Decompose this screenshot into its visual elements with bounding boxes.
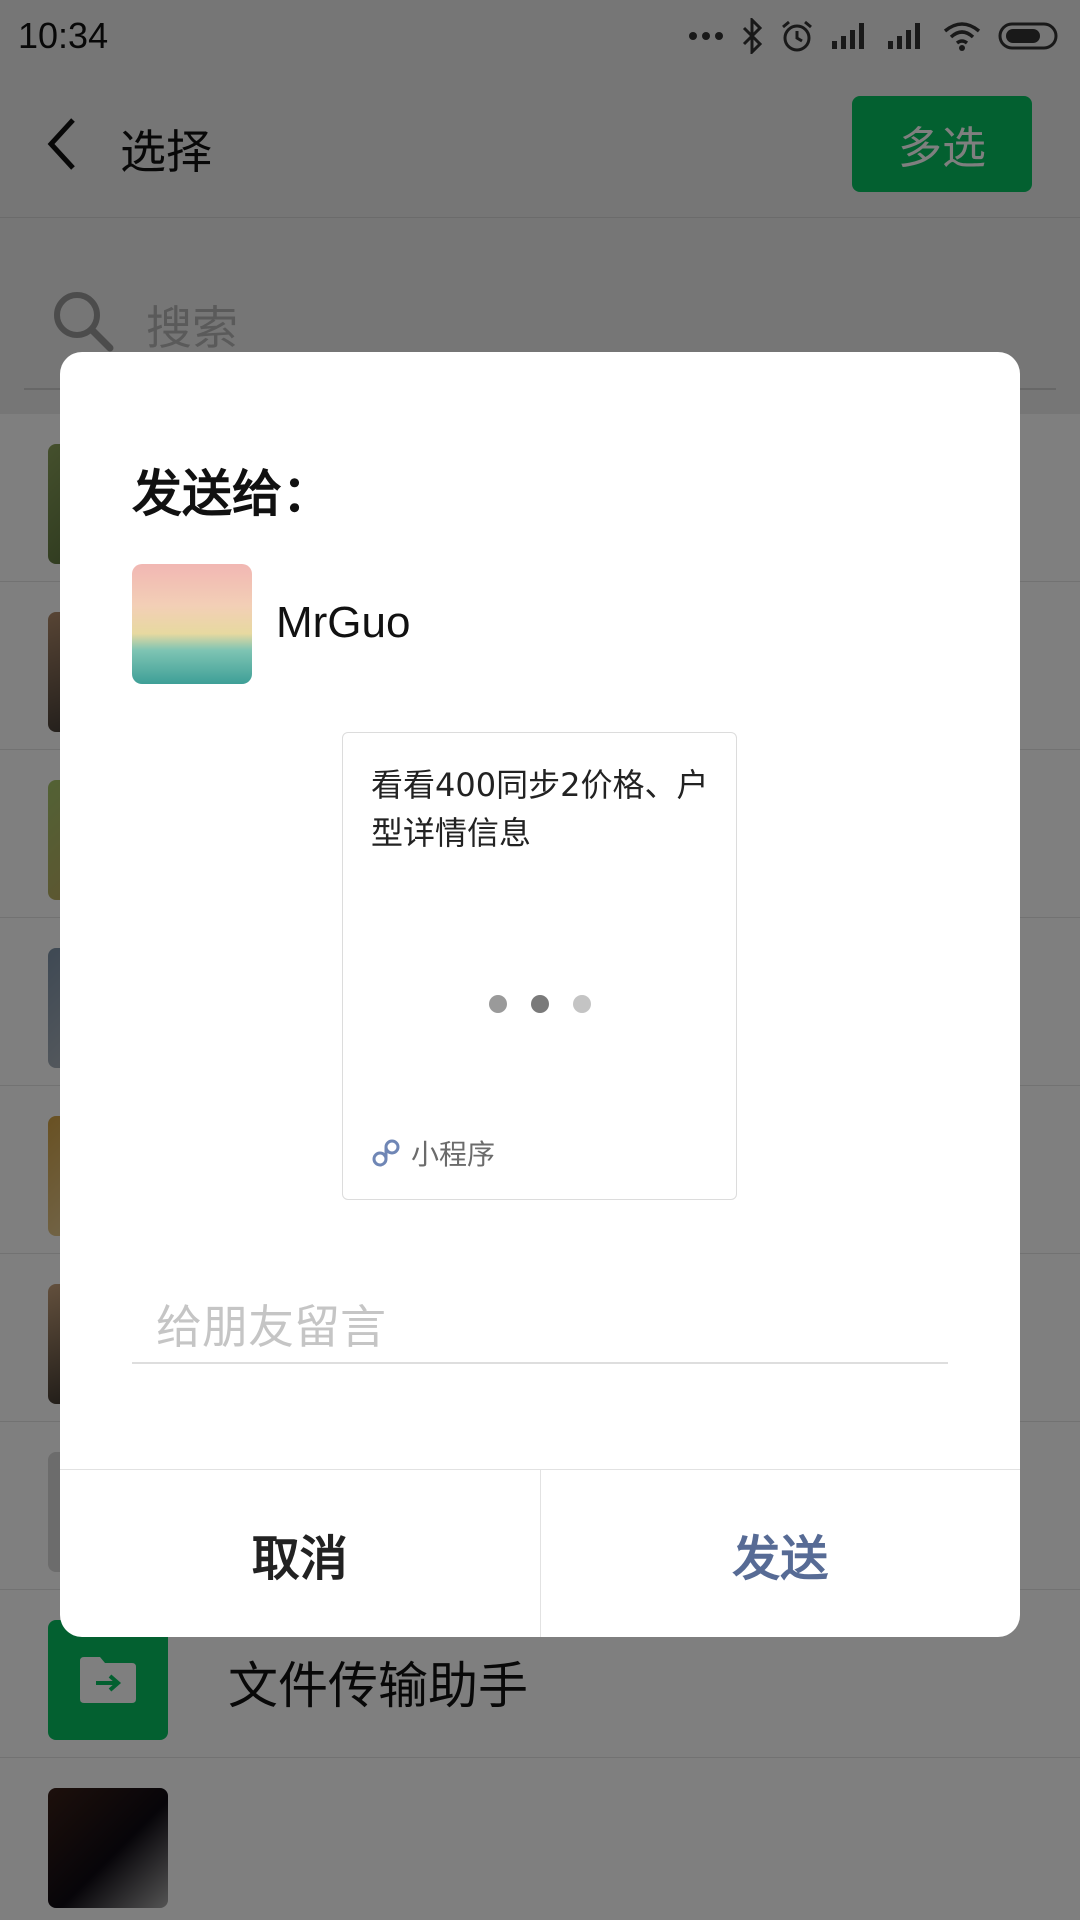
dialog-actions: 取消 发送 [60,1469,1020,1637]
mini-program-icon [372,1139,400,1167]
cancel-button[interactable]: 取消 [60,1470,541,1637]
message-input[interactable] [132,1292,948,1364]
recipient-name: MrGuo [276,598,411,647]
loading-dot [488,995,507,1013]
loading-dot [530,995,549,1013]
mini-program-label: 小程序 [411,1138,496,1171]
card-title: 看看400同步2价格、户型详情信息 [371,766,709,852]
recipient-avatar [132,564,252,684]
card-footer: 小程序 [371,1133,495,1173]
loading-dot [572,995,591,1013]
dialog-title: 发送给： [132,465,332,523]
mini-program-card: 看看400同步2价格、户型详情信息 小程序 [342,732,737,1200]
send-button[interactable]: 发送 [541,1470,1021,1637]
send-dialog: 发送给： MrGuo 看看400同步2价格、户型详情信息 小程序 取消 发送 [60,352,1020,1637]
loading-indicator [343,995,736,1013]
